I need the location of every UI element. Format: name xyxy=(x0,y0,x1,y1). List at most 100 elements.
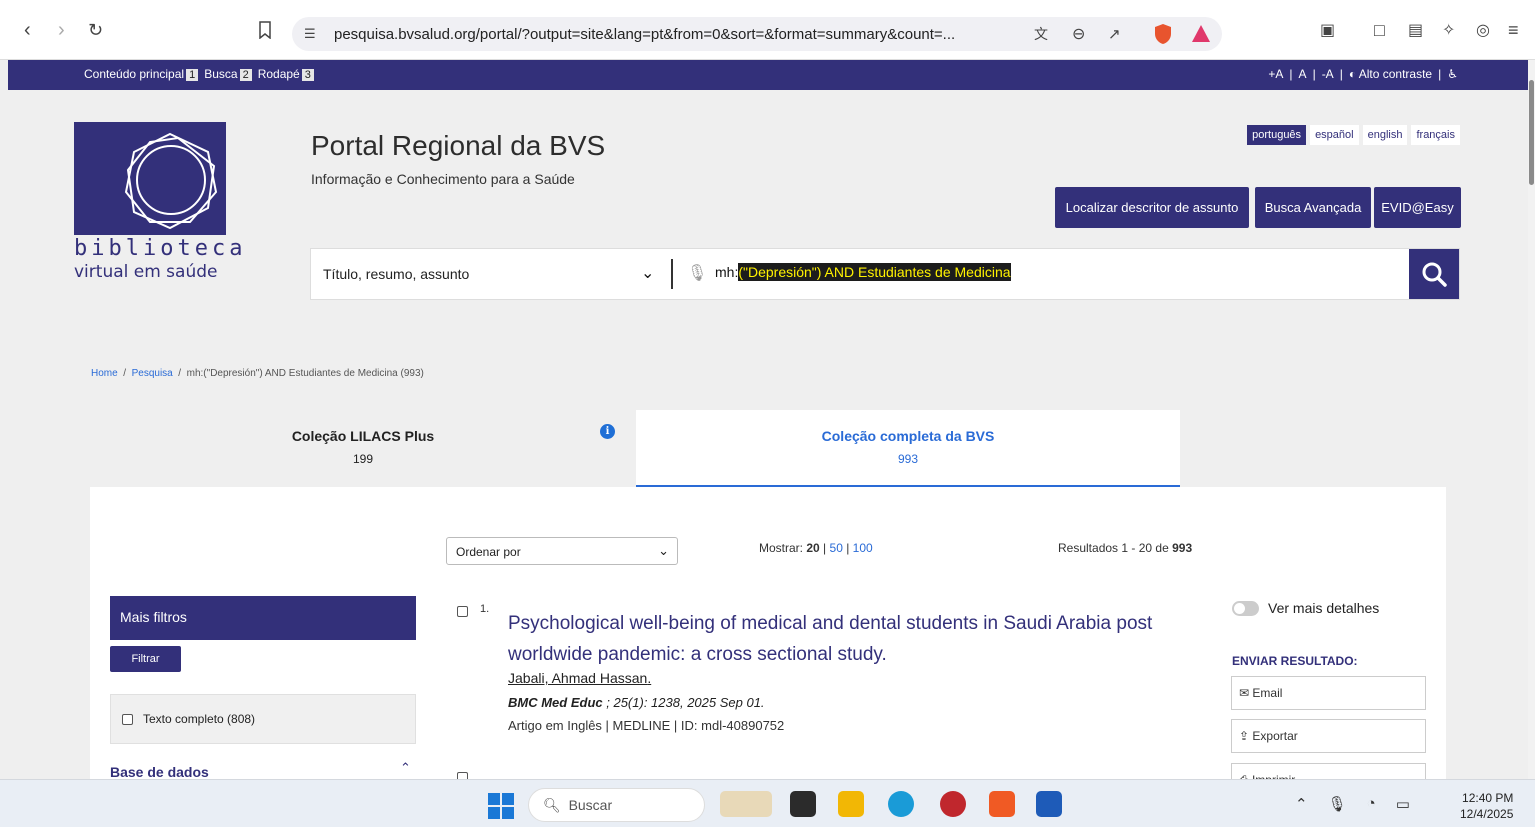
microphone-icon[interactable]: 🎙 xyxy=(687,263,707,283)
envelope-icon: ✉ xyxy=(1239,686,1250,700)
page-size-selector: Mostrar: 20 | 50 | 100 xyxy=(759,541,873,555)
url-text[interactable]: pesquisa.bvsalud.org/portal/?output=site… xyxy=(334,26,955,43)
wallet-icon[interactable]: ▤ xyxy=(1408,18,1423,42)
skip-link-search[interactable]: Busca 2 xyxy=(204,67,252,81)
chevron-up-icon[interactable]: ⌃ xyxy=(400,760,411,776)
result-title[interactable]: Psychological well-being of medical and … xyxy=(508,608,1188,670)
find-descriptor-button[interactable]: Localizar descritor de assunto xyxy=(1055,187,1249,228)
wifi-icon[interactable]: ◔ xyxy=(1367,795,1376,813)
advanced-search-button[interactable]: Busca Avançada xyxy=(1255,187,1371,228)
result-citation: BMC Med Educ ; 25(1): 1238, 2025 Sep 01. xyxy=(508,695,765,710)
result-checkbox[interactable] xyxy=(457,606,468,617)
search-input[interactable]: mh:("Depresión") AND Estudiantes de Medi… xyxy=(715,263,1011,281)
search-button[interactable] xyxy=(1409,249,1459,299)
file-explorer-icon[interactable] xyxy=(838,791,864,817)
font-decrease-button[interactable]: -A xyxy=(1322,67,1334,81)
chevron-down-icon[interactable]: ⌄ xyxy=(641,263,654,283)
site-settings-icon[interactable]: ☰ xyxy=(304,22,316,46)
logo-text-vms: virtual em saúde xyxy=(74,262,218,282)
brave-rewards-icon[interactable] xyxy=(1190,23,1210,45)
translate-icon[interactable]: 文 xyxy=(1034,22,1048,46)
microphone-icon[interactable]: 🎙︎ xyxy=(1328,795,1347,813)
logo-text-biblioteca: biblioteca xyxy=(74,236,247,261)
email-button[interactable]: ✉ Email xyxy=(1231,676,1426,710)
details-toggle[interactable] xyxy=(1232,601,1259,616)
edge-icon[interactable] xyxy=(888,791,914,817)
more-filters-header[interactable]: Mais filtros xyxy=(110,596,416,640)
bookmark-icon[interactable] xyxy=(258,18,272,42)
windows-start-icon[interactable] xyxy=(488,793,514,819)
upload-icon: ⇪ xyxy=(1239,729,1250,743)
fulltext-checkbox[interactable] xyxy=(122,713,133,725)
reader-mode-icon[interactable]: ▣ xyxy=(1320,18,1335,42)
fulltext-label: Texto completo (808) xyxy=(143,712,256,726)
address-bar[interactable]: ☰ pesquisa.bvsalud.org/portal/?output=si… xyxy=(292,17,1222,51)
breadcrumb-home[interactable]: Home xyxy=(91,368,118,379)
zoom-icon[interactable]: ⊖ xyxy=(1072,22,1085,46)
breadcrumb: Home / Pesquisa / mh:("Depresión") AND E… xyxy=(91,368,424,379)
high-contrast-button[interactable]: ◐ Alto contraste xyxy=(1349,67,1432,81)
tab-count: 199 xyxy=(352,452,374,466)
word-icon[interactable] xyxy=(1036,791,1062,817)
sort-select[interactable]: Ordenar por ⌄ xyxy=(446,537,678,565)
task-view-icon[interactable] xyxy=(790,791,816,817)
browser-toolbar: ‹ › ↻ ☰ pesquisa.bvsalud.org/portal/?out… xyxy=(0,0,1535,60)
lang-english[interactable]: english xyxy=(1362,125,1408,145)
breadcrumb-search[interactable]: Pesquisa xyxy=(132,368,173,379)
breadcrumb-current: mh:("Depresión") AND Estudiantes de Medi… xyxy=(186,368,424,379)
share-icon[interactable]: ↗ xyxy=(1108,22,1121,46)
reload-icon[interactable]: ↻ xyxy=(88,18,103,42)
chevron-up-icon[interactable]: ⌃ xyxy=(1295,795,1308,813)
font-normal-button[interactable]: A xyxy=(1299,67,1307,81)
scrollbar-thumb[interactable] xyxy=(1529,80,1534,185)
search-icon xyxy=(1422,262,1447,287)
export-button[interactable]: ⇪ Exportar xyxy=(1231,719,1426,753)
result-meta: Artigo em Inglês | MEDLINE | ID: mdl-408… xyxy=(508,718,785,733)
page-subtitle: Informação e Conhecimento para a Saúde xyxy=(311,171,575,187)
language-switcher: português español english français xyxy=(1247,125,1460,145)
forward-icon[interactable]: › xyxy=(58,18,65,42)
tab-complete-collection[interactable]: Coleção completa da BVS 993 xyxy=(636,410,1180,487)
send-result-heading: ENVIAR RESULTADO: xyxy=(1232,654,1358,668)
vpn-icon[interactable]: ◎ xyxy=(1476,18,1490,42)
filter-button[interactable]: Filtrar xyxy=(110,646,181,672)
page-size-20[interactable]: 20 xyxy=(806,541,819,555)
tab-lilacs-plus[interactable]: Coleção LILACS Plus 199 xyxy=(90,410,636,487)
skip-link-footer[interactable]: Rodapé 3 xyxy=(258,67,314,81)
brave-icon[interactable] xyxy=(989,791,1015,817)
skip-link-main[interactable]: Conteúdo principal 1 xyxy=(84,67,199,81)
battery-icon[interactable]: ▭ xyxy=(1396,795,1410,813)
brave-shield-icon[interactable] xyxy=(1153,23,1173,45)
site-header: bvs biblioteca virtual em saúde Portal R… xyxy=(8,22,1528,340)
menu-icon[interactable]: ≡ xyxy=(1508,18,1519,42)
bvs-logo[interactable]: bvs xyxy=(30,22,226,235)
page-size-100[interactable]: 100 xyxy=(853,541,873,555)
tab-title: Coleção completa da BVS xyxy=(821,428,995,444)
lang-espanol[interactable]: español xyxy=(1310,125,1359,145)
clock[interactable]: 12:40 PM 12/4/2025 xyxy=(1460,790,1513,822)
contrast-icon: ◐ xyxy=(1348,67,1357,81)
search-field-select[interactable]: Título, resumo, assunto xyxy=(323,266,469,282)
leo-ai-icon[interactable]: ✧ xyxy=(1442,18,1455,42)
fulltext-filter[interactable]: Texto completo (808) xyxy=(110,694,416,744)
app-icon[interactable] xyxy=(940,791,966,817)
result-author[interactable]: Jabali, Ahmad Hassan. xyxy=(508,670,651,686)
divider xyxy=(671,259,673,289)
taskbar-search[interactable]: 🔍︎ Buscar xyxy=(528,788,705,822)
back-icon[interactable]: ‹ xyxy=(24,18,31,42)
sidebar-icon[interactable]: □ xyxy=(1374,18,1385,42)
result-number: 1. xyxy=(480,603,490,615)
evid-easy-button[interactable]: EVID@Easy xyxy=(1374,187,1461,228)
lang-portugues[interactable]: português xyxy=(1247,125,1307,145)
accessibility-bar: Conteúdo principal 1 Busca 2 Rodapé 3 +A | A… xyxy=(8,60,1528,90)
lang-francais[interactable]: français xyxy=(1411,125,1460,145)
results-count: Resultados 1 - 20 de 993 xyxy=(1058,541,1193,555)
accessibility-icon[interactable]: ♿ xyxy=(1447,67,1458,81)
info-icon[interactable]: i xyxy=(600,424,615,439)
system-tray: ⌃ 🎙︎ ◔ ▭ xyxy=(1295,795,1410,813)
page-title: Portal Regional da BVS xyxy=(311,130,606,161)
page-size-50[interactable]: 50 xyxy=(830,541,843,555)
font-increase-button[interactable]: +A xyxy=(1268,67,1283,81)
widgets-icon[interactable] xyxy=(720,791,772,817)
database-filter-heading[interactable]: Base de dados xyxy=(110,764,209,780)
